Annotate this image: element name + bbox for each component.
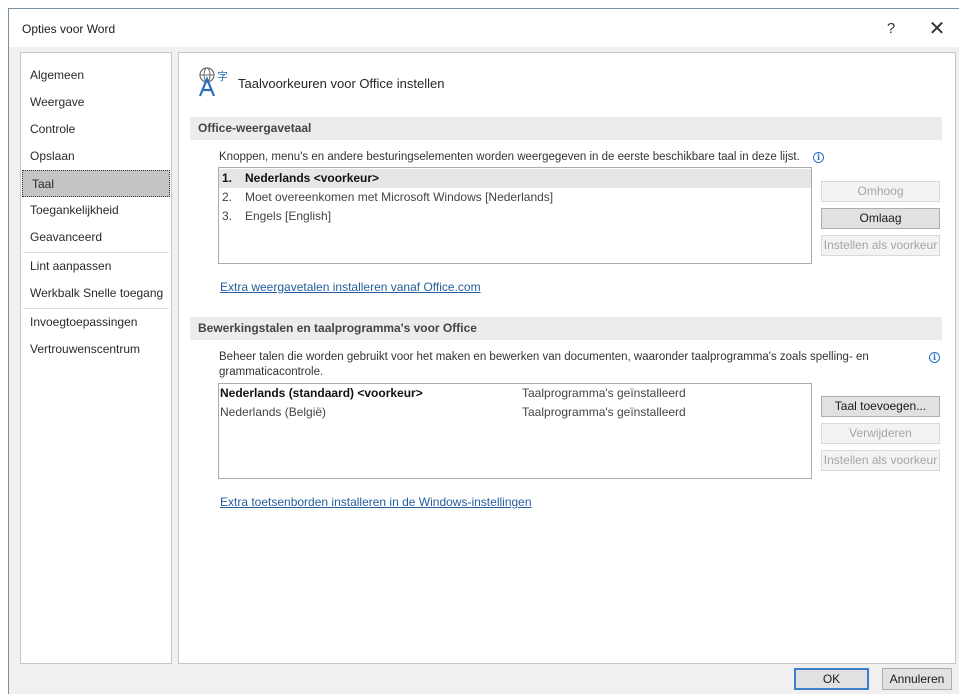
move-up-button[interactable]: Omhoog bbox=[821, 181, 940, 202]
display-language-description-text: Knoppen, menu's en andere besturingselem… bbox=[219, 151, 800, 163]
window-title: Opties voor Word bbox=[22, 22, 116, 36]
table-row[interactable]: Nederlands (standaard) <voorkeur> Taalpr… bbox=[219, 384, 811, 403]
table-row[interactable]: Nederlands (België) Taalprogramma's geïn… bbox=[219, 403, 811, 422]
list-item[interactable]: 2. Moet overeenkomen met Microsoft Windo… bbox=[219, 188, 811, 207]
sidebar-item-weergave[interactable]: Weergave bbox=[21, 89, 171, 116]
sidebar-item-invoegtoepassingen[interactable]: Invoegtoepassingen bbox=[21, 309, 171, 336]
close-icon: ✕ bbox=[928, 18, 946, 40]
info-icon[interactable]: i bbox=[813, 152, 824, 163]
display-language-section-header: Office-weergavetaal bbox=[190, 117, 942, 140]
display-language-description: Knoppen, menu's en andere besturingselem… bbox=[219, 150, 800, 165]
sidebar-item-algemeen[interactable]: Algemeen bbox=[21, 62, 171, 89]
help-button[interactable]: ? bbox=[871, 15, 911, 43]
set-preferred-display-button[interactable]: Instellen als voorkeur bbox=[821, 235, 940, 256]
editing-languages-section-header: Bewerkingstalen en taalprogramma's voor … bbox=[190, 317, 942, 340]
content-pane: 字 Taalvoorkeuren voor Office instellen O… bbox=[178, 52, 956, 664]
install-keyboards-link[interactable]: Extra toetsenborden installeren in de Wi… bbox=[220, 495, 532, 509]
set-preferred-editing-button[interactable]: Instellen als voorkeur bbox=[821, 450, 940, 471]
cancel-button[interactable]: Annuleren bbox=[882, 668, 952, 690]
sidebar-item-taal[interactable]: Taal bbox=[22, 170, 170, 197]
sidebar-item-vertrouwenscentrum[interactable]: Vertrouwenscentrum bbox=[21, 336, 171, 363]
list-item[interactable]: 3. Engels [English] bbox=[219, 207, 811, 226]
info-icon[interactable]: i bbox=[929, 352, 940, 363]
page-title: Taalvoorkeuren voor Office instellen bbox=[238, 76, 445, 91]
editing-languages-list[interactable]: Nederlands (standaard) <voorkeur> Taalpr… bbox=[218, 383, 812, 479]
language-icon: 字 bbox=[198, 67, 228, 97]
add-language-button[interactable]: Taal toevoegen... bbox=[821, 396, 940, 417]
editing-languages-description-line: grammaticacontrole. bbox=[219, 366, 324, 378]
close-button[interactable]: ✕ bbox=[917, 15, 957, 43]
move-down-button[interactable]: Omlaag bbox=[821, 208, 940, 229]
display-language-list[interactable]: 1. Nederlands <voorkeur> 2. Moet overeen… bbox=[218, 167, 812, 264]
sidebar-item-geavanceerd[interactable]: Geavanceerd bbox=[21, 224, 171, 251]
category-sidebar: Algemeen Weergave Controle Opslaan Taal … bbox=[20, 52, 172, 664]
list-item[interactable]: 1. Nederlands <voorkeur> bbox=[219, 169, 811, 188]
sidebar-item-opslaan[interactable]: Opslaan bbox=[21, 143, 171, 170]
svg-text:字: 字 bbox=[217, 69, 228, 83]
ok-button[interactable]: OK bbox=[794, 668, 869, 690]
sidebar-item-werkbalk-snelle-toegang[interactable]: Werkbalk Snelle toegang bbox=[21, 280, 171, 307]
options-dialog: Opties voor Word ? ✕ Algemeen Weergave C… bbox=[8, 8, 959, 694]
install-display-languages-link[interactable]: Extra weergavetalen installeren vanaf Of… bbox=[220, 280, 481, 294]
editing-languages-description-line: Beheer talen die worden gebruikt voor he… bbox=[219, 351, 869, 363]
editing-languages-description: Beheer talen die worden gebruikt voor he… bbox=[219, 350, 909, 380]
sidebar-item-lint-aanpassen[interactable]: Lint aanpassen bbox=[21, 253, 171, 280]
sidebar-item-toegankelijkheid[interactable]: Toegankelijkheid bbox=[21, 197, 171, 224]
sidebar-item-controle[interactable]: Controle bbox=[21, 116, 171, 143]
title-bar[interactable]: Opties voor Word ? ✕ bbox=[9, 9, 959, 47]
remove-language-button[interactable]: Verwijderen bbox=[821, 423, 940, 444]
help-icon: ? bbox=[886, 20, 896, 37]
